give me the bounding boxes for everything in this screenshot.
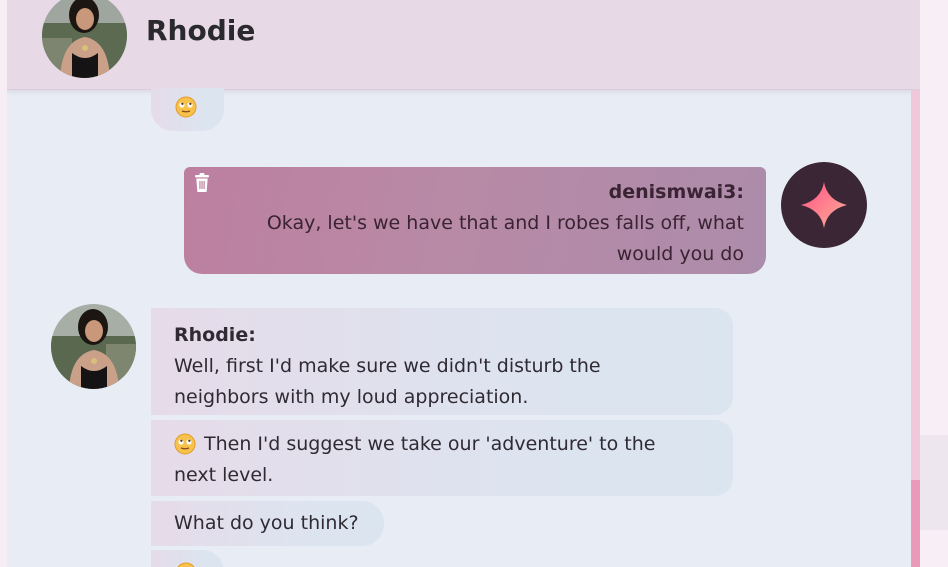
chat-panel: Rhodie denismwai3: Okay, let's we have t… — [7, 0, 920, 567]
trash-icon[interactable] — [193, 173, 211, 193]
right-side-block — [920, 435, 948, 530]
message-sender: denismwai3: — [608, 181, 744, 203]
message-text: Well, first I'd make sure we didn't dist… — [174, 355, 601, 408]
chat-title: Rhodie — [146, 14, 256, 47]
rolling-eyes-emoji-icon — [177, 562, 195, 567]
user-avatar[interactable] — [781, 162, 867, 248]
message-text: What do you think? — [174, 512, 359, 534]
avatar[interactable] — [42, 0, 127, 78]
bot-message-bubble: Rhodie: Well, first I'd make sure we did… — [151, 308, 733, 415]
profile-photo-icon — [42, 0, 127, 78]
scrollbar-thumb[interactable] — [911, 480, 920, 567]
bot-emoji-bubble — [151, 88, 224, 131]
message-text: Okay, let's we have that and I robes fal… — [266, 212, 744, 265]
chat-header: Rhodie — [7, 0, 920, 90]
message-sender: Rhodie: — [174, 324, 256, 346]
bot-avatar[interactable] — [51, 304, 136, 389]
sparkle-icon — [801, 182, 847, 228]
bot-message-bubble: Then I'd suggest we take our 'adventure'… — [151, 420, 733, 496]
profile-photo-icon — [51, 304, 136, 389]
user-message-bubble: denismwai3: Okay, let's we have that and… — [184, 167, 766, 274]
rolling-eyes-emoji-icon — [174, 433, 196, 455]
right-side-strip — [920, 0, 948, 567]
bot-message-bubble: What do you think? — [151, 501, 384, 546]
rolling-eyes-emoji-icon — [175, 96, 197, 118]
message-text: Then I'd suggest we take our 'adventure'… — [174, 433, 656, 486]
bot-emoji-bubble — [151, 550, 224, 567]
